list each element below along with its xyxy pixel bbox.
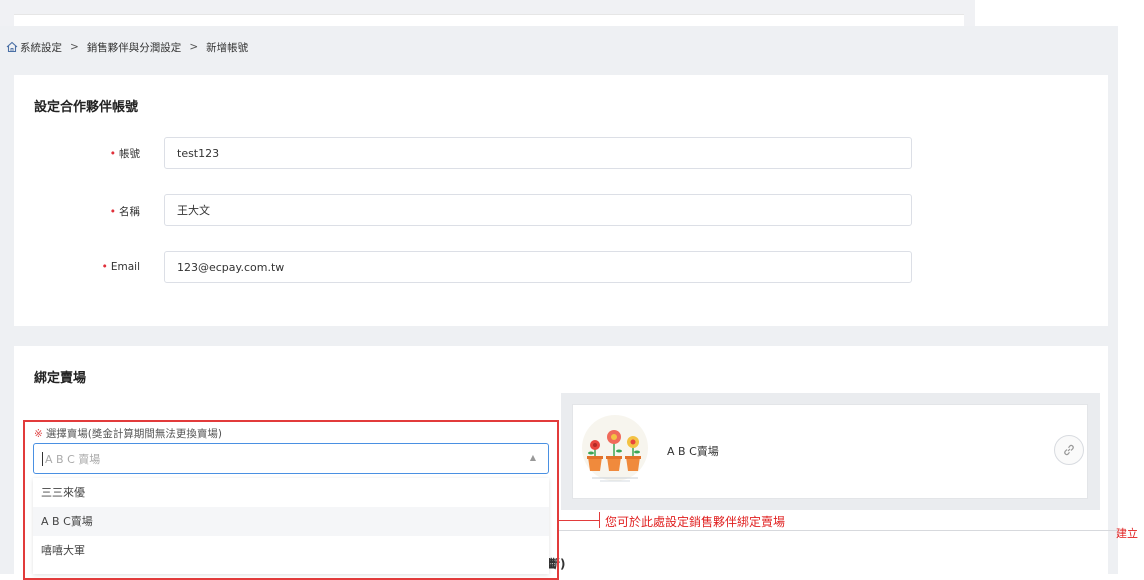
email-input[interactable]: 123@ecpay.com.tw (164, 251, 912, 283)
breadcrumb: 系統設定 > 銷售夥伴與分潤設定 > 新增帳號 (6, 38, 248, 56)
link-button[interactable] (1054, 435, 1084, 465)
breadcrumb-item-new-account: 新增帳號 (206, 41, 249, 54)
breadcrumb-separator: > (70, 41, 79, 53)
annotation-connector (599, 512, 600, 528)
partner-account-card: 設定合作夥伴帳號 • 帳號 test123 • 名稱 王大文 • Email 123@… (14, 75, 1108, 326)
partner-section-title: 設定合作夥伴帳號 (34, 100, 139, 115)
breadcrumb-separator: > (189, 41, 199, 53)
email-label: • Email (101, 261, 140, 273)
account-label: • 帳號 (109, 148, 140, 160)
name-input[interactable]: 王大文 (164, 194, 912, 226)
name-label: • 名稱 (109, 206, 140, 218)
selected-store-name: A B C賣場 (667, 445, 719, 458)
top-strip (0, 0, 975, 27)
home-icon[interactable] (6, 41, 18, 53)
breadcrumb-item-sales-partner[interactable]: 銷售夥伴與分潤設定 (87, 40, 182, 55)
required-mark: • (101, 261, 108, 273)
store-logo-flowers-icon (582, 415, 648, 482)
link-icon (1064, 444, 1074, 456)
store-section-title: 綁定賣場 (34, 371, 87, 386)
annotation-right-edge-text: 建立 (1116, 527, 1138, 540)
account-input[interactable]: test123 (164, 137, 912, 169)
required-mark: • (109, 148, 116, 160)
annotation-highlight-box (23, 420, 559, 580)
breadcrumb-item-system-settings[interactable]: 系統設定 (20, 40, 62, 55)
divider (559, 530, 1118, 531)
annotation-callout-text: 您可於此處設定銷售夥伴綁定賣場 (605, 515, 786, 529)
required-mark: • (109, 206, 116, 218)
annotation-connector (559, 520, 600, 521)
